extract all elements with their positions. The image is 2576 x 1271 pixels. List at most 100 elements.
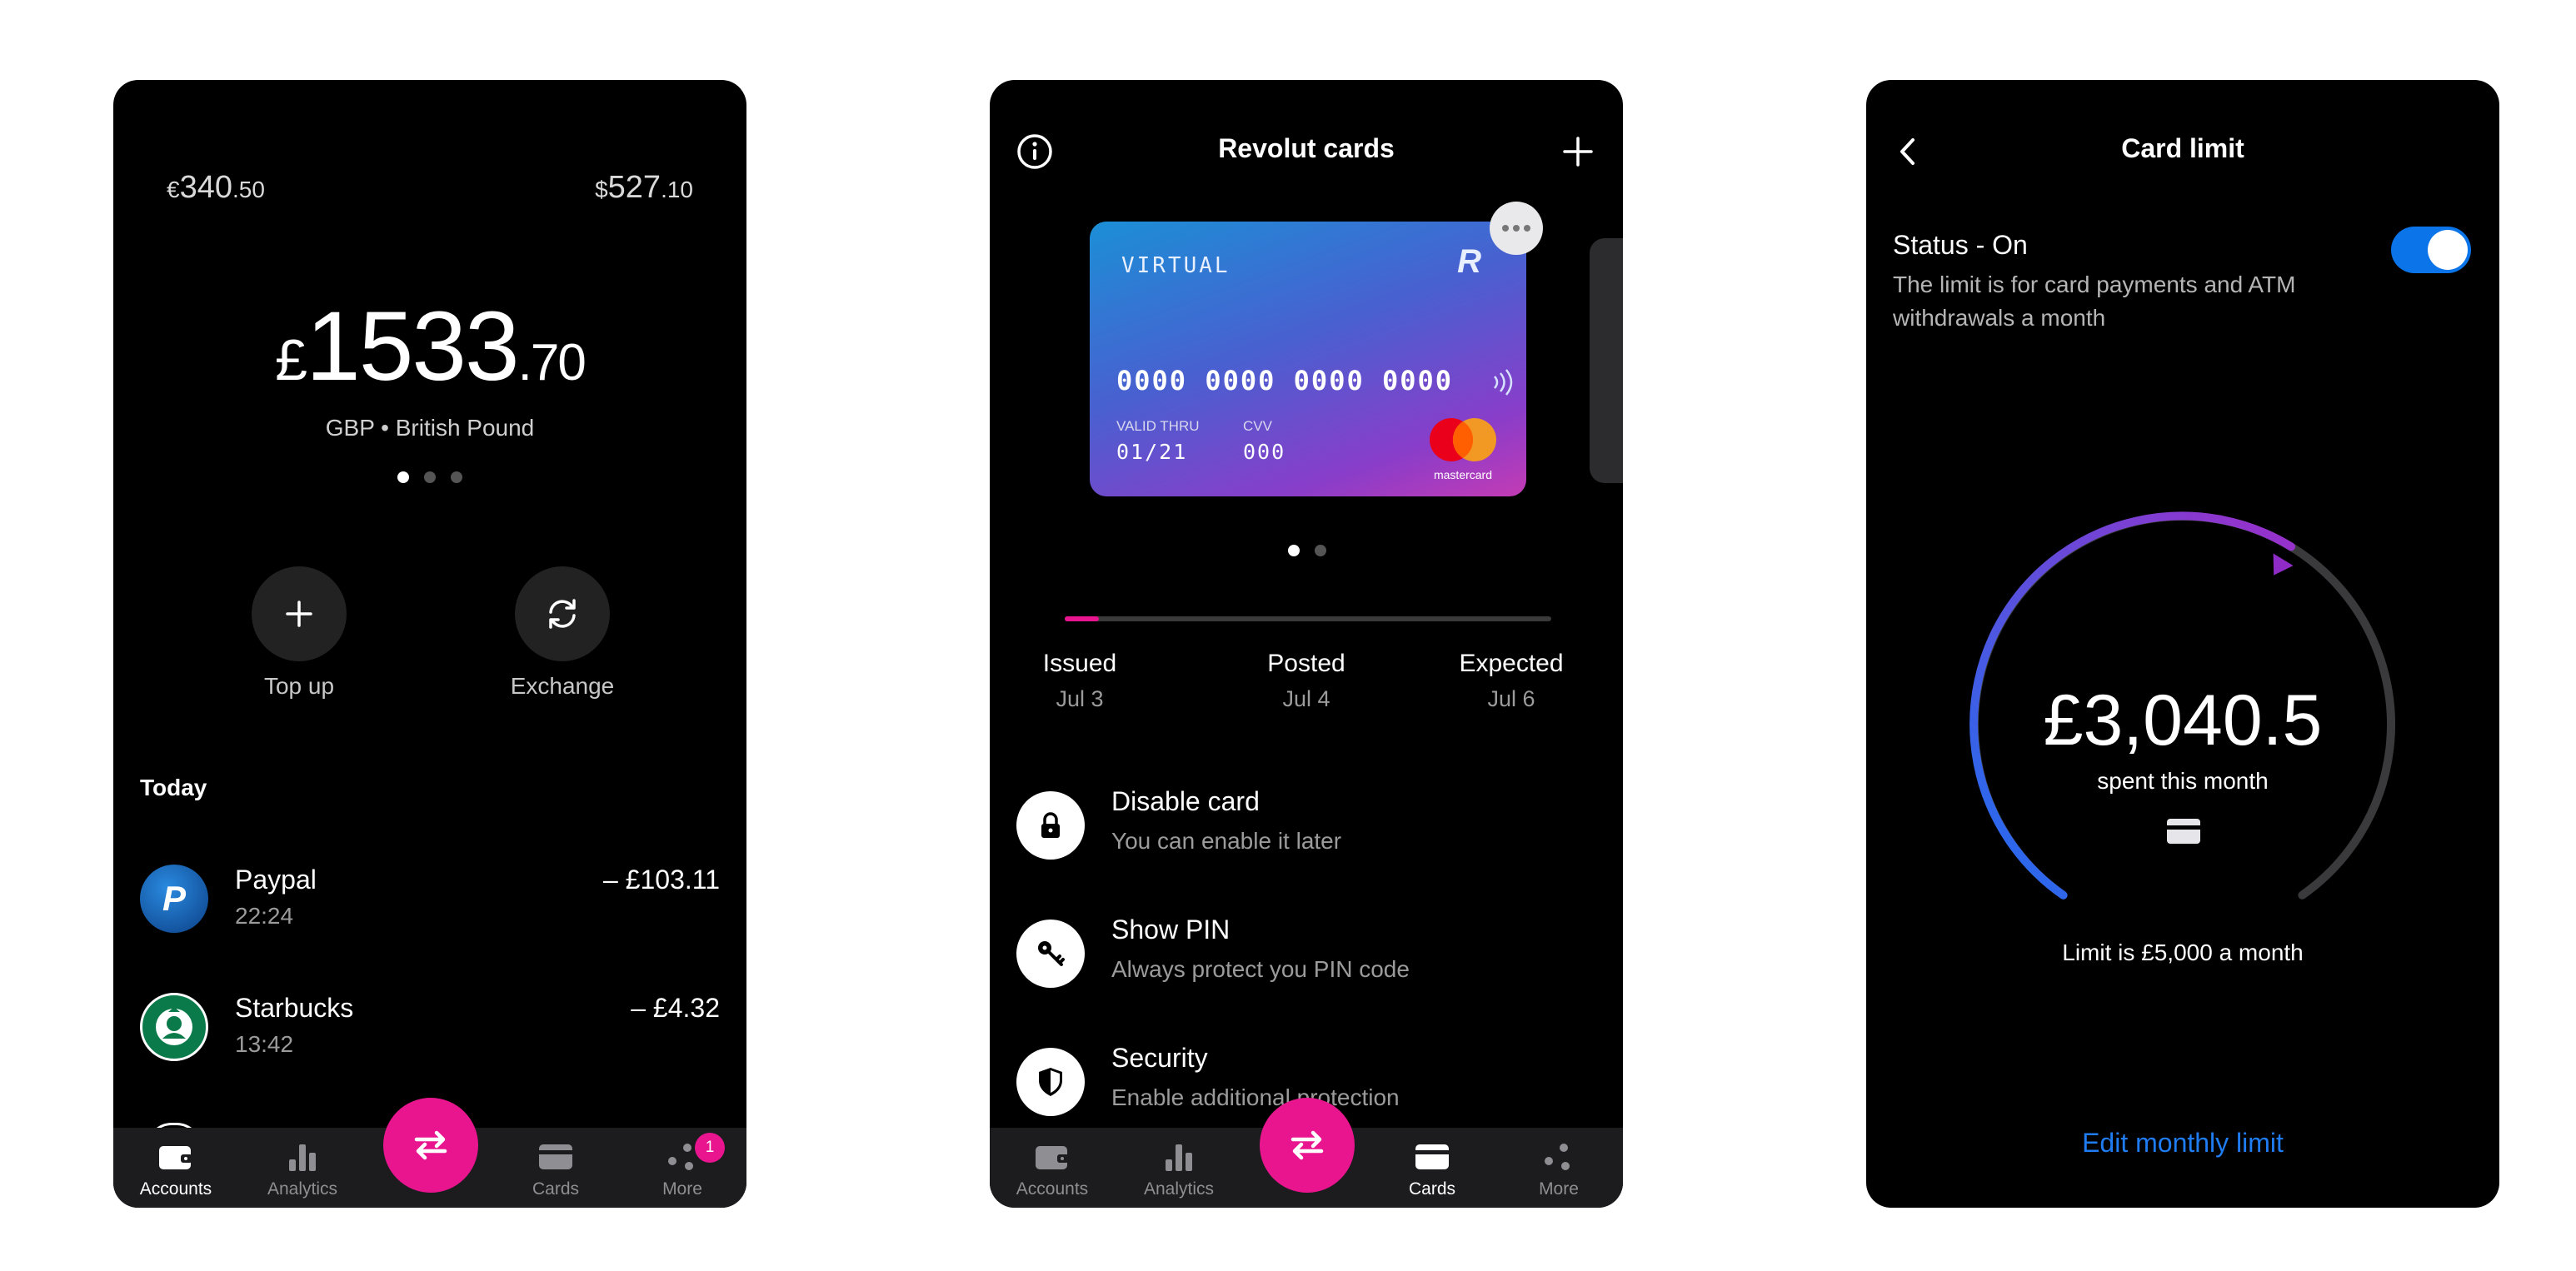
- transaction-amount: – £103.11: [603, 865, 720, 895]
- plus-icon: [286, 601, 312, 627]
- card-limit-screen: Card limit Status - On The limit is for …: [1866, 80, 2499, 1208]
- transfer-button[interactable]: [1260, 1098, 1355, 1193]
- card-icon: [2166, 818, 2201, 849]
- mastercard-logo-icon: [1423, 416, 1503, 466]
- step-posted-title: Posted: [1267, 650, 1345, 677]
- top-up-button[interactable]: [252, 566, 347, 661]
- gbp-symbol: £: [275, 327, 307, 392]
- eur-balance[interactable]: €340.50: [167, 170, 265, 206]
- spent-amount: £3,040.5: [2043, 680, 2323, 760]
- option-title: Security: [1111, 1043, 1208, 1073]
- option-subtitle: Always protect you PIN code: [1111, 956, 1410, 982]
- revolut-logo: R: [1457, 243, 1481, 280]
- eur-decimal: .50: [232, 177, 265, 202]
- tab-accounts[interactable]: Accounts: [990, 1128, 1115, 1208]
- section-today: Today: [140, 775, 207, 800]
- spent-label: spent this month: [2097, 768, 2269, 794]
- status-description: The limit is for card payments and ATM w…: [1893, 272, 2296, 331]
- ellipsis-icon: [1502, 225, 1530, 232]
- contactless-icon: [1490, 368, 1515, 401]
- next-card-peek[interactable]: [1590, 238, 1623, 483]
- transaction-time: 22:24: [235, 903, 294, 929]
- tab-label: Analytics: [267, 1179, 338, 1199]
- exchange-label: Exchange: [510, 673, 615, 699]
- transaction-name: Paypal: [235, 865, 317, 895]
- tab-more[interactable]: More: [1496, 1128, 1621, 1208]
- step-issued-date: Jul 3: [1056, 686, 1104, 711]
- more-icon: [1540, 1139, 1577, 1173]
- tab-label: More: [1539, 1179, 1579, 1199]
- edit-monthly-limit-link[interactable]: Edit monthly limit: [1866, 1128, 2499, 1159]
- notification-badge: 1: [695, 1133, 725, 1163]
- page-dot-3[interactable]: [451, 471, 462, 483]
- tab-analytics[interactable]: Analytics: [1116, 1128, 1241, 1208]
- option-subtitle: Enable additional protection: [1111, 1084, 1400, 1110]
- card-icon: [1414, 1139, 1450, 1173]
- plus-icon: [1563, 137, 1593, 167]
- shield-icon: [1016, 1048, 1085, 1116]
- transfer-arrows-icon: [414, 1130, 447, 1160]
- transfer-arrows-icon: [1290, 1130, 1324, 1160]
- tab-more[interactable]: More 1: [620, 1128, 745, 1208]
- gbp-whole: 1533: [306, 292, 520, 401]
- transaction-name: Starbucks: [235, 993, 354, 1023]
- card-options-button[interactable]: [1490, 202, 1543, 255]
- tab-cards[interactable]: Cards: [493, 1128, 618, 1208]
- limit-label: Limit is £5,000 a month: [2062, 940, 2304, 965]
- exchange-icon: [549, 599, 576, 629]
- step-expected-date: Jul 6: [1487, 686, 1535, 711]
- main-balance: £1533.70: [113, 290, 746, 403]
- option-title: Disable card: [1111, 786, 1260, 816]
- tab-label: Accounts: [139, 1179, 212, 1199]
- eur-whole: 340: [179, 170, 232, 205]
- status-toggle[interactable]: [2391, 227, 2471, 273]
- mastercard-wordmark: mastercard: [1433, 468, 1493, 481]
- tab-label: Cards: [532, 1179, 580, 1199]
- lock-icon: [1016, 791, 1085, 860]
- wallet-icon: [157, 1139, 194, 1173]
- valid-thru-value: 01/21: [1116, 440, 1188, 464]
- tab-analytics[interactable]: Analytics: [240, 1128, 365, 1208]
- option-subtitle: You can enable it later: [1111, 828, 1342, 854]
- tab-cards[interactable]: Cards: [1370, 1128, 1495, 1208]
- exchange-button[interactable]: [515, 566, 610, 661]
- page-dot-2[interactable]: [424, 471, 436, 483]
- step-issued-title: Issued: [1042, 650, 1117, 677]
- toggle-knob: [2428, 230, 2468, 270]
- card-number: 0000 0000 0000 0000: [1116, 365, 1454, 396]
- card-page-dot-2[interactable]: [1315, 545, 1326, 556]
- bar-chart-icon: [1161, 1139, 1197, 1173]
- usd-symbol: $: [595, 177, 608, 202]
- card-icon: [537, 1139, 574, 1173]
- card-type: VIRTUAL: [1121, 253, 1231, 278]
- page-title: Card limit: [2121, 133, 2244, 163]
- cards-screen: Revolut cards VIRTUAL R 0000 0000 0000 0…: [990, 80, 1623, 1208]
- tab-label: Accounts: [1016, 1179, 1089, 1199]
- tab-accounts[interactable]: Accounts: [113, 1128, 238, 1208]
- page-dot-1[interactable]: [397, 471, 409, 483]
- gauge-marker-icon[interactable]: [2273, 553, 2294, 576]
- transaction-amount: – £4.32: [631, 993, 720, 1023]
- transfer-button[interactable]: [383, 1098, 478, 1193]
- bar-chart-icon: [284, 1139, 321, 1173]
- svg-text:P: P: [162, 879, 187, 918]
- starbucks-logo-icon: [140, 993, 208, 1061]
- status-title: Status - On: [1893, 230, 2028, 260]
- virtual-card[interactable]: VIRTUAL R 0000 0000 0000 0000 VALID THRU…: [1090, 222, 1526, 496]
- card-page-dot-1[interactable]: [1288, 545, 1300, 556]
- tab-label: Analytics: [1143, 1179, 1215, 1199]
- tab-label: Cards: [1408, 1179, 1456, 1199]
- key-icon: [1016, 920, 1085, 988]
- cvv-label: CVV: [1243, 418, 1272, 434]
- add-card-button[interactable]: [1560, 133, 1596, 170]
- usd-balance[interactable]: $527.10: [595, 170, 693, 206]
- wallet-icon: [1034, 1139, 1071, 1173]
- transaction-time: 13:42: [235, 1031, 294, 1057]
- gbp-decimal: .70: [517, 334, 587, 391]
- step-expected-title: Expected: [1459, 650, 1564, 677]
- option-title: Show PIN: [1111, 915, 1231, 945]
- accounts-screen: €340.50 $527.10 £1533.70 GBP • British P…: [113, 80, 746, 1208]
- page-title: Revolut cards: [1218, 133, 1395, 163]
- currency-label: GBP • British Pound: [325, 415, 535, 441]
- tab-label: More: [662, 1179, 702, 1199]
